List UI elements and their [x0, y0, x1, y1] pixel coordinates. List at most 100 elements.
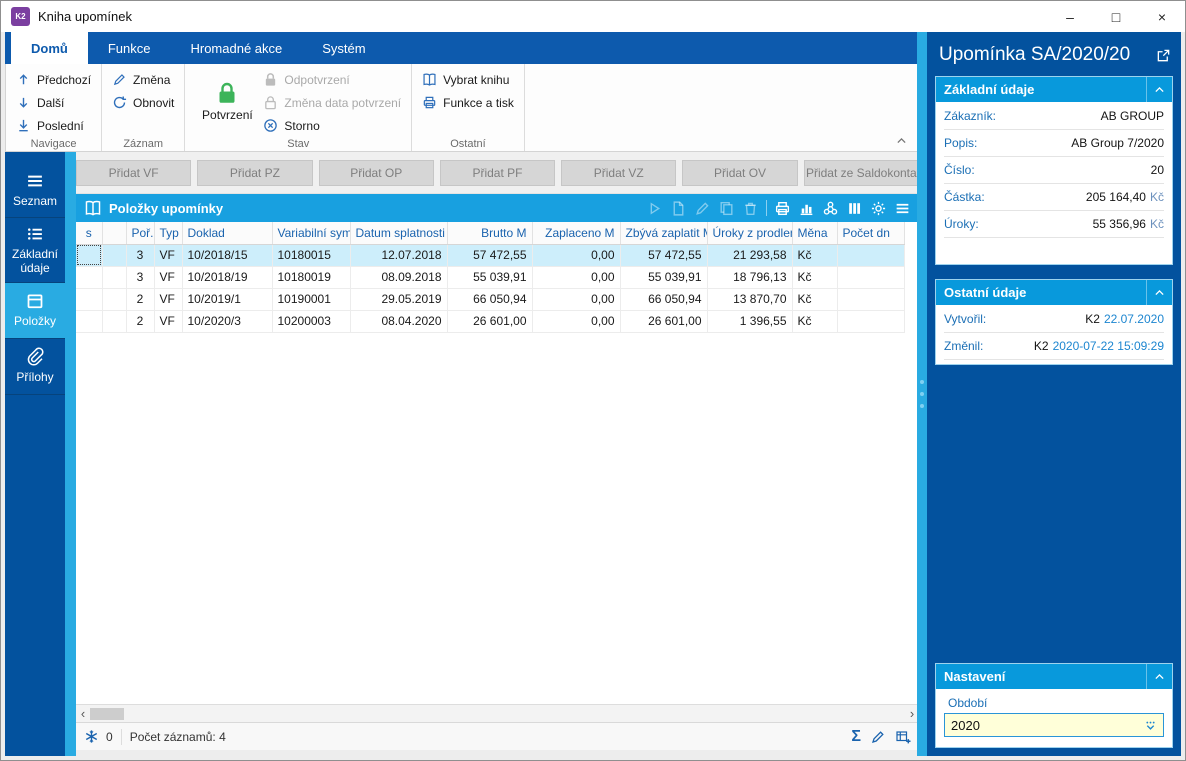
external-link-icon[interactable] [1156, 48, 1171, 63]
add-button-přidat-vf[interactable]: Přidat VF [76, 159, 192, 186]
table-cell[interactable]: 55 039,91 [620, 266, 708, 289]
table-cell[interactable]: 0,00 [532, 310, 621, 333]
table-cell[interactable]: 18 796,13 [707, 266, 793, 289]
minimize-button[interactable]: – [1047, 1, 1093, 32]
tab-hromadné-akce[interactable]: Hromadné akce [170, 32, 302, 64]
table-cell[interactable]: 2 [126, 310, 155, 333]
table-cell[interactable]: 1 396,55 [707, 310, 793, 333]
table-cell[interactable]: 21 293,58 [707, 244, 793, 267]
menu-icon[interactable] [894, 200, 911, 217]
table-row[interactable]: 2 VF 10/2019/1 10190001 29.05.2019 66 050,94 0… [76, 288, 905, 311]
table-cell[interactable] [102, 288, 127, 311]
column-header[interactable] [102, 222, 127, 245]
close-button[interactable]: × [1139, 1, 1185, 32]
table-cell[interactable]: 57 472,55 [620, 244, 708, 267]
select-book-button[interactable]: Vybrat knihu [418, 68, 518, 91]
table-cell[interactable]: 10180019 [272, 266, 351, 289]
add-button-přidat-op[interactable]: Přidat OP [318, 159, 434, 186]
scroll-left-icon[interactable]: ‹ [76, 705, 90, 722]
table-cell[interactable]: VF [154, 244, 183, 267]
collapse-button[interactable] [1146, 77, 1172, 102]
table-cell[interactable] [837, 266, 905, 289]
table-cell[interactable]: 57 472,55 [447, 244, 533, 267]
table-cell[interactable]: 55 039,91 [447, 266, 533, 289]
cancel-button[interactable]: Storno [259, 114, 405, 137]
table-cell[interactable]: 2 [126, 288, 155, 311]
scrollbar-thumb[interactable] [90, 708, 124, 720]
table-cell[interactable]: 12.07.2018 [350, 244, 448, 267]
table-cell[interactable]: 0,00 [532, 244, 621, 267]
table-cell[interactable] [76, 288, 103, 311]
print-icon[interactable] [774, 200, 791, 217]
tab-systém[interactable]: Systém [302, 32, 385, 64]
column-header[interactable]: Úroky z prodlen [707, 222, 793, 245]
table-cell[interactable]: 26 601,00 [620, 310, 708, 333]
column-header[interactable]: Datum splatnosti [350, 222, 448, 245]
sidebar-item-položky[interactable]: Položky [5, 282, 65, 339]
table-cell[interactable] [837, 310, 905, 333]
table-cell[interactable]: VF [154, 310, 183, 333]
table-cell[interactable]: 26 601,00 [447, 310, 533, 333]
add-button-přidat-ze-saldokonta[interactable]: Přidat ze Saldokonta [803, 159, 919, 186]
ribbon-collapse-icon[interactable] [895, 134, 908, 147]
right-splitter[interactable] [917, 32, 927, 756]
dropdown-icon[interactable] [1143, 718, 1158, 733]
collapse-button[interactable] [1146, 664, 1172, 689]
add-button-přidat-vz[interactable]: Přidat VZ [561, 159, 677, 186]
table-cell[interactable]: 0,00 [532, 266, 621, 289]
table-cell[interactable]: 66 050,94 [447, 288, 533, 311]
column-header[interactable]: Brutto M [447, 222, 533, 245]
sidebar-item-přílohy[interactable]: Přílohy [5, 339, 65, 395]
table-cell[interactable]: 10200003 [272, 310, 351, 333]
column-header[interactable]: Zaplaceno M [532, 222, 621, 245]
table-cell[interactable]: Kč [792, 244, 838, 267]
unconfirm-button[interactable]: Odpotvrzení [259, 68, 405, 91]
horizontal-scrollbar[interactable]: ‹ › [76, 704, 919, 722]
functions-print-button[interactable]: Funkce a tisk [418, 91, 518, 114]
collapse-button[interactable] [1146, 280, 1172, 305]
change-button[interactable]: Změna [108, 68, 178, 91]
table-cell[interactable]: 10180015 [272, 244, 351, 267]
column-header[interactable]: Měna [792, 222, 838, 245]
left-splitter[interactable] [65, 152, 76, 756]
column-header[interactable]: Variabilní sym [272, 222, 351, 245]
columns-icon[interactable] [846, 200, 863, 217]
table-cell[interactable] [102, 244, 127, 267]
table-cell[interactable] [837, 288, 905, 311]
confirm-button[interactable]: Potvrzení [195, 68, 259, 137]
add-button-přidat-ov[interactable]: Přidat OV [682, 159, 798, 186]
table-cell[interactable]: 13 870,70 [707, 288, 793, 311]
column-header[interactable]: s [76, 222, 103, 245]
edit-icon[interactable] [870, 729, 886, 745]
table-cell[interactable]: 08.09.2018 [350, 266, 448, 289]
table-cell[interactable]: 29.05.2019 [350, 288, 448, 311]
sidebar-item-seznam[interactable]: Seznam [5, 162, 65, 218]
table-cell[interactable]: 10/2018/15 [182, 244, 273, 267]
table-cell[interactable]: Kč [792, 266, 838, 289]
column-header[interactable]: Typ [154, 222, 183, 245]
table-cell[interactable] [76, 266, 103, 289]
table-cell[interactable]: Kč [792, 310, 838, 333]
table-cell[interactable]: Kč [792, 288, 838, 311]
table-cell[interactable]: 3 [126, 244, 155, 267]
maximize-button[interactable]: □ [1093, 1, 1139, 32]
table-cell[interactable]: 10/2019/1 [182, 288, 273, 311]
column-header[interactable]: Zbývá zaplatit M [620, 222, 708, 245]
settings-icon[interactable] [870, 200, 887, 217]
table-cell[interactable] [102, 266, 127, 289]
table-cell[interactable]: 10/2020/3 [182, 310, 273, 333]
column-header[interactable]: Doklad [182, 222, 273, 245]
add-record-icon[interactable] [895, 729, 911, 745]
table-cell[interactable] [837, 244, 905, 267]
table-cell[interactable]: 0,00 [532, 288, 621, 311]
next-button[interactable]: Další [12, 91, 95, 114]
table-cell[interactable]: 08.04.2020 [350, 310, 448, 333]
table-cell[interactable] [102, 310, 127, 333]
add-button-přidat-pf[interactable]: Přidat PF [439, 159, 556, 186]
table-cell[interactable]: VF [154, 266, 183, 289]
table-cell[interactable]: 66 050,94 [620, 288, 708, 311]
table-cell[interactable] [76, 244, 103, 267]
previous-button[interactable]: Předchozí [12, 68, 95, 91]
last-button[interactable]: Poslední [12, 114, 95, 137]
table-cell[interactable]: 10/2018/19 [182, 266, 273, 289]
